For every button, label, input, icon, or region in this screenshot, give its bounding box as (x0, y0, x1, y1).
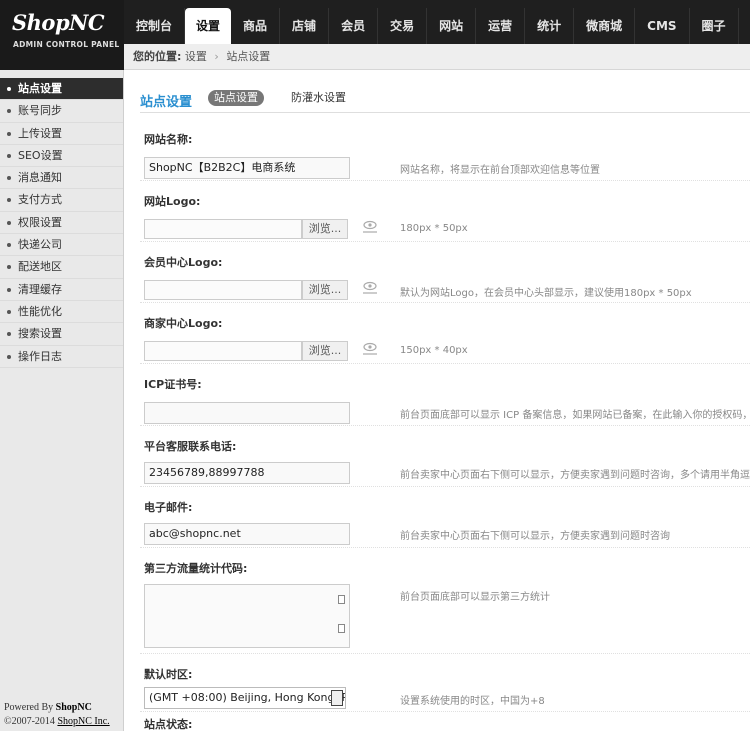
sidebar: 站点设置 账号同步 上传设置 SEO设置 消息通知 支付方式 权限设置 快递公司… (0, 70, 124, 731)
nav-item-circle[interactable]: 圈子 (690, 8, 739, 44)
site-logo-browse-button[interactable]: 浏览... (302, 219, 348, 239)
copyright-name[interactable]: ShopNC Inc. (57, 716, 109, 727)
site-name-label: 网站名称: (144, 133, 193, 146)
logo-brand: ShopNC (12, 10, 105, 35)
sidebar-item-performance[interactable]: 性能优化 (0, 301, 123, 324)
member-logo-hint: 默认为网站Logo，在会员中心头部显示，建议使用180px * 50px (400, 288, 692, 299)
breadcrumb-item-current: 站点设置 (226, 50, 271, 63)
logo[interactable]: ShopNC ADMIN CONTROL PANEL (0, 0, 124, 70)
sidebar-item-log[interactable]: 操作日志 (0, 346, 123, 368)
field-seller-logo: 商家中心Logo: 浏览... 150px * 40px (140, 303, 750, 364)
nav-item-settings[interactable]: 设置 (185, 8, 232, 44)
phone-label: 平台客服联系电话: (144, 440, 237, 453)
field-site-status: 站点状态: (140, 712, 750, 731)
preview-eye-icon[interactable] (359, 341, 381, 357)
sidebar-item-search[interactable]: 搜索设置 (0, 323, 123, 346)
site-status-label: 站点状态: (144, 718, 193, 731)
sidebar-item-upload[interactable]: 上传设置 (0, 123, 123, 145)
nav-item-trade[interactable]: 交易 (378, 8, 428, 44)
scroll-up-icon[interactable] (338, 595, 345, 604)
nav-item-website[interactable]: 网站 (427, 8, 477, 44)
preview-eye-icon[interactable] (359, 280, 381, 296)
sidebar-item-express[interactable]: 快递公司 (0, 234, 123, 257)
sidebar-item-clear-cache[interactable]: 清理缓存 (0, 279, 123, 301)
main-nav: 控制台 设置 商品 店铺 会员 交易 网站 运营 统计 微商城 CMS 圈子 (124, 8, 739, 44)
timezone-hint: 设置系统使用的时区，中国为+8 (400, 696, 545, 707)
field-phone: 平台客服联系电话: 23456789,88997788 前台卖家中心页面右下侧可… (140, 426, 750, 487)
site-name-hint: 网站名称，将显示在前台顶部欢迎信息等位置 (400, 165, 600, 176)
sidebar-item-seo[interactable]: SEO设置 (0, 145, 123, 168)
powered-name[interactable]: ShopNC (56, 702, 92, 713)
phone-hint: 前台卖家中心页面右下侧可以显示，方便卖家遇到问题时咨询，多个请用半角逗号 ","… (400, 470, 750, 481)
main-content: 站点设置 站点设置 防灌水设置 网站名称: ShopNC【B2B2C】电商系统 … (124, 71, 750, 731)
stat-code-hint: 前台页面底部可以显示第三方统计 (400, 592, 550, 603)
settings-form: 网站名称: ShopNC【B2B2C】电商系统 网站名称，将显示在前台顶部欢迎信… (140, 119, 750, 731)
field-site-logo: 网站Logo: 浏览... 180px * 50px (140, 181, 750, 242)
logo-subtitle: ADMIN CONTROL PANEL (13, 40, 120, 49)
nav-item-stats[interactable]: 统计 (525, 8, 575, 44)
stat-code-textarea[interactable] (144, 584, 350, 648)
sidebar-item-permission[interactable]: 权限设置 (0, 212, 123, 235)
copyright-prefix: ©2007-2014 (4, 716, 55, 727)
seller-logo-label: 商家中心Logo: (144, 317, 223, 330)
member-logo-file-input[interactable] (144, 280, 302, 300)
seller-logo-browse-button[interactable]: 浏览... (302, 341, 348, 361)
field-icp: ICP证书号: 前台页面底部可以显示 ICP 备案信息，如果网站已备案，在此输入… (140, 364, 750, 426)
field-timezone: 默认时区: (GMT +08:00) Beijing, Hong Kong, P… (140, 654, 750, 712)
breadcrumb-label: 您的位置: (133, 50, 182, 63)
nav-item-store[interactable]: 店铺 (280, 8, 330, 44)
site-logo-file-input[interactable] (144, 219, 302, 239)
preview-eye-icon[interactable] (359, 219, 381, 235)
page-header: 站点设置 站点设置 防灌水设置 (140, 89, 750, 113)
nav-item-microshop[interactable]: 微商城 (574, 8, 636, 44)
phone-input[interactable]: 23456789,88997788 (144, 462, 350, 484)
field-site-name: 网站名称: ShopNC【B2B2C】电商系统 网站名称，将显示在前台顶部欢迎信… (140, 119, 750, 181)
stat-code-label: 第三方流量统计代码: (144, 562, 248, 575)
nav-item-member[interactable]: 会员 (329, 8, 379, 44)
icp-hint: 前台页面底部可以显示 ICP 备案信息，如果网站已备案，在此输入你的授权码，它将… (400, 410, 750, 421)
sidebar-footer: Powered By ShopNC ©2007-2014 ShopNC Inc. (4, 701, 110, 729)
member-logo-browse-button[interactable]: 浏览... (302, 280, 348, 300)
email-hint: 前台卖家中心页面右下侧可以显示，方便卖家遇到问题时咨询 (400, 531, 670, 542)
timezone-select[interactable]: (GMT +08:00) Beijing, Hong Kong, Perth, … (144, 687, 346, 709)
sidebar-item-notify[interactable]: 消息通知 (0, 167, 123, 190)
member-logo-label: 会员中心Logo: (144, 256, 223, 269)
page-title: 站点设置 (140, 95, 193, 110)
nav-item-goods[interactable]: 商品 (231, 8, 281, 44)
sidebar-item-site-settings[interactable]: 站点设置 (0, 78, 123, 101)
seller-logo-file-input[interactable] (144, 341, 302, 361)
icp-input[interactable] (144, 402, 350, 424)
scroll-down-icon[interactable] (338, 624, 345, 633)
nav-item-cms[interactable]: CMS (635, 8, 690, 44)
sidebar-item-payment[interactable]: 支付方式 (0, 189, 123, 212)
icp-label: ICP证书号: (144, 378, 202, 391)
timezone-value: (GMT +08:00) Beijing, Hong Kong, Perth, … (149, 691, 345, 704)
site-logo-label: 网站Logo: (144, 195, 201, 208)
timezone-label: 默认时区: (144, 668, 193, 681)
breadcrumb: 您的位置: 设置 › 站点设置 (124, 44, 750, 70)
powered-prefix: Powered By (4, 702, 54, 713)
field-stat-code: 第三方流量统计代码: 前台页面底部可以显示第三方统计 (140, 548, 750, 654)
site-name-input[interactable]: ShopNC【B2B2C】电商系统 (144, 157, 350, 179)
site-logo-hint: 180px * 50px (400, 223, 468, 234)
tab-anti-spam[interactable]: 防灌水设置 (285, 90, 352, 106)
nav-item-dashboard[interactable]: 控制台 (124, 8, 186, 44)
breadcrumb-separator-icon: › (214, 50, 219, 63)
tab-site-settings[interactable]: 站点设置 (208, 90, 264, 106)
sidebar-item-delivery-area[interactable]: 配送地区 (0, 256, 123, 279)
breadcrumb-item-settings[interactable]: 设置 (185, 50, 207, 63)
nav-item-operation[interactable]: 运营 (476, 8, 526, 44)
field-member-logo: 会员中心Logo: 浏览... 默认为网站Logo，在会员中心头部显示，建议使用… (140, 242, 750, 303)
email-input[interactable]: abc@shopnc.net (144, 523, 350, 545)
field-email: 电子邮件: abc@shopnc.net 前台卖家中心页面右下侧可以显示，方便卖… (140, 487, 750, 548)
seller-logo-hint: 150px * 40px (400, 345, 468, 356)
dropdown-arrow-icon[interactable] (331, 690, 343, 706)
sidebar-item-account-sync[interactable]: 账号同步 (0, 100, 123, 123)
email-label: 电子邮件: (144, 501, 193, 514)
